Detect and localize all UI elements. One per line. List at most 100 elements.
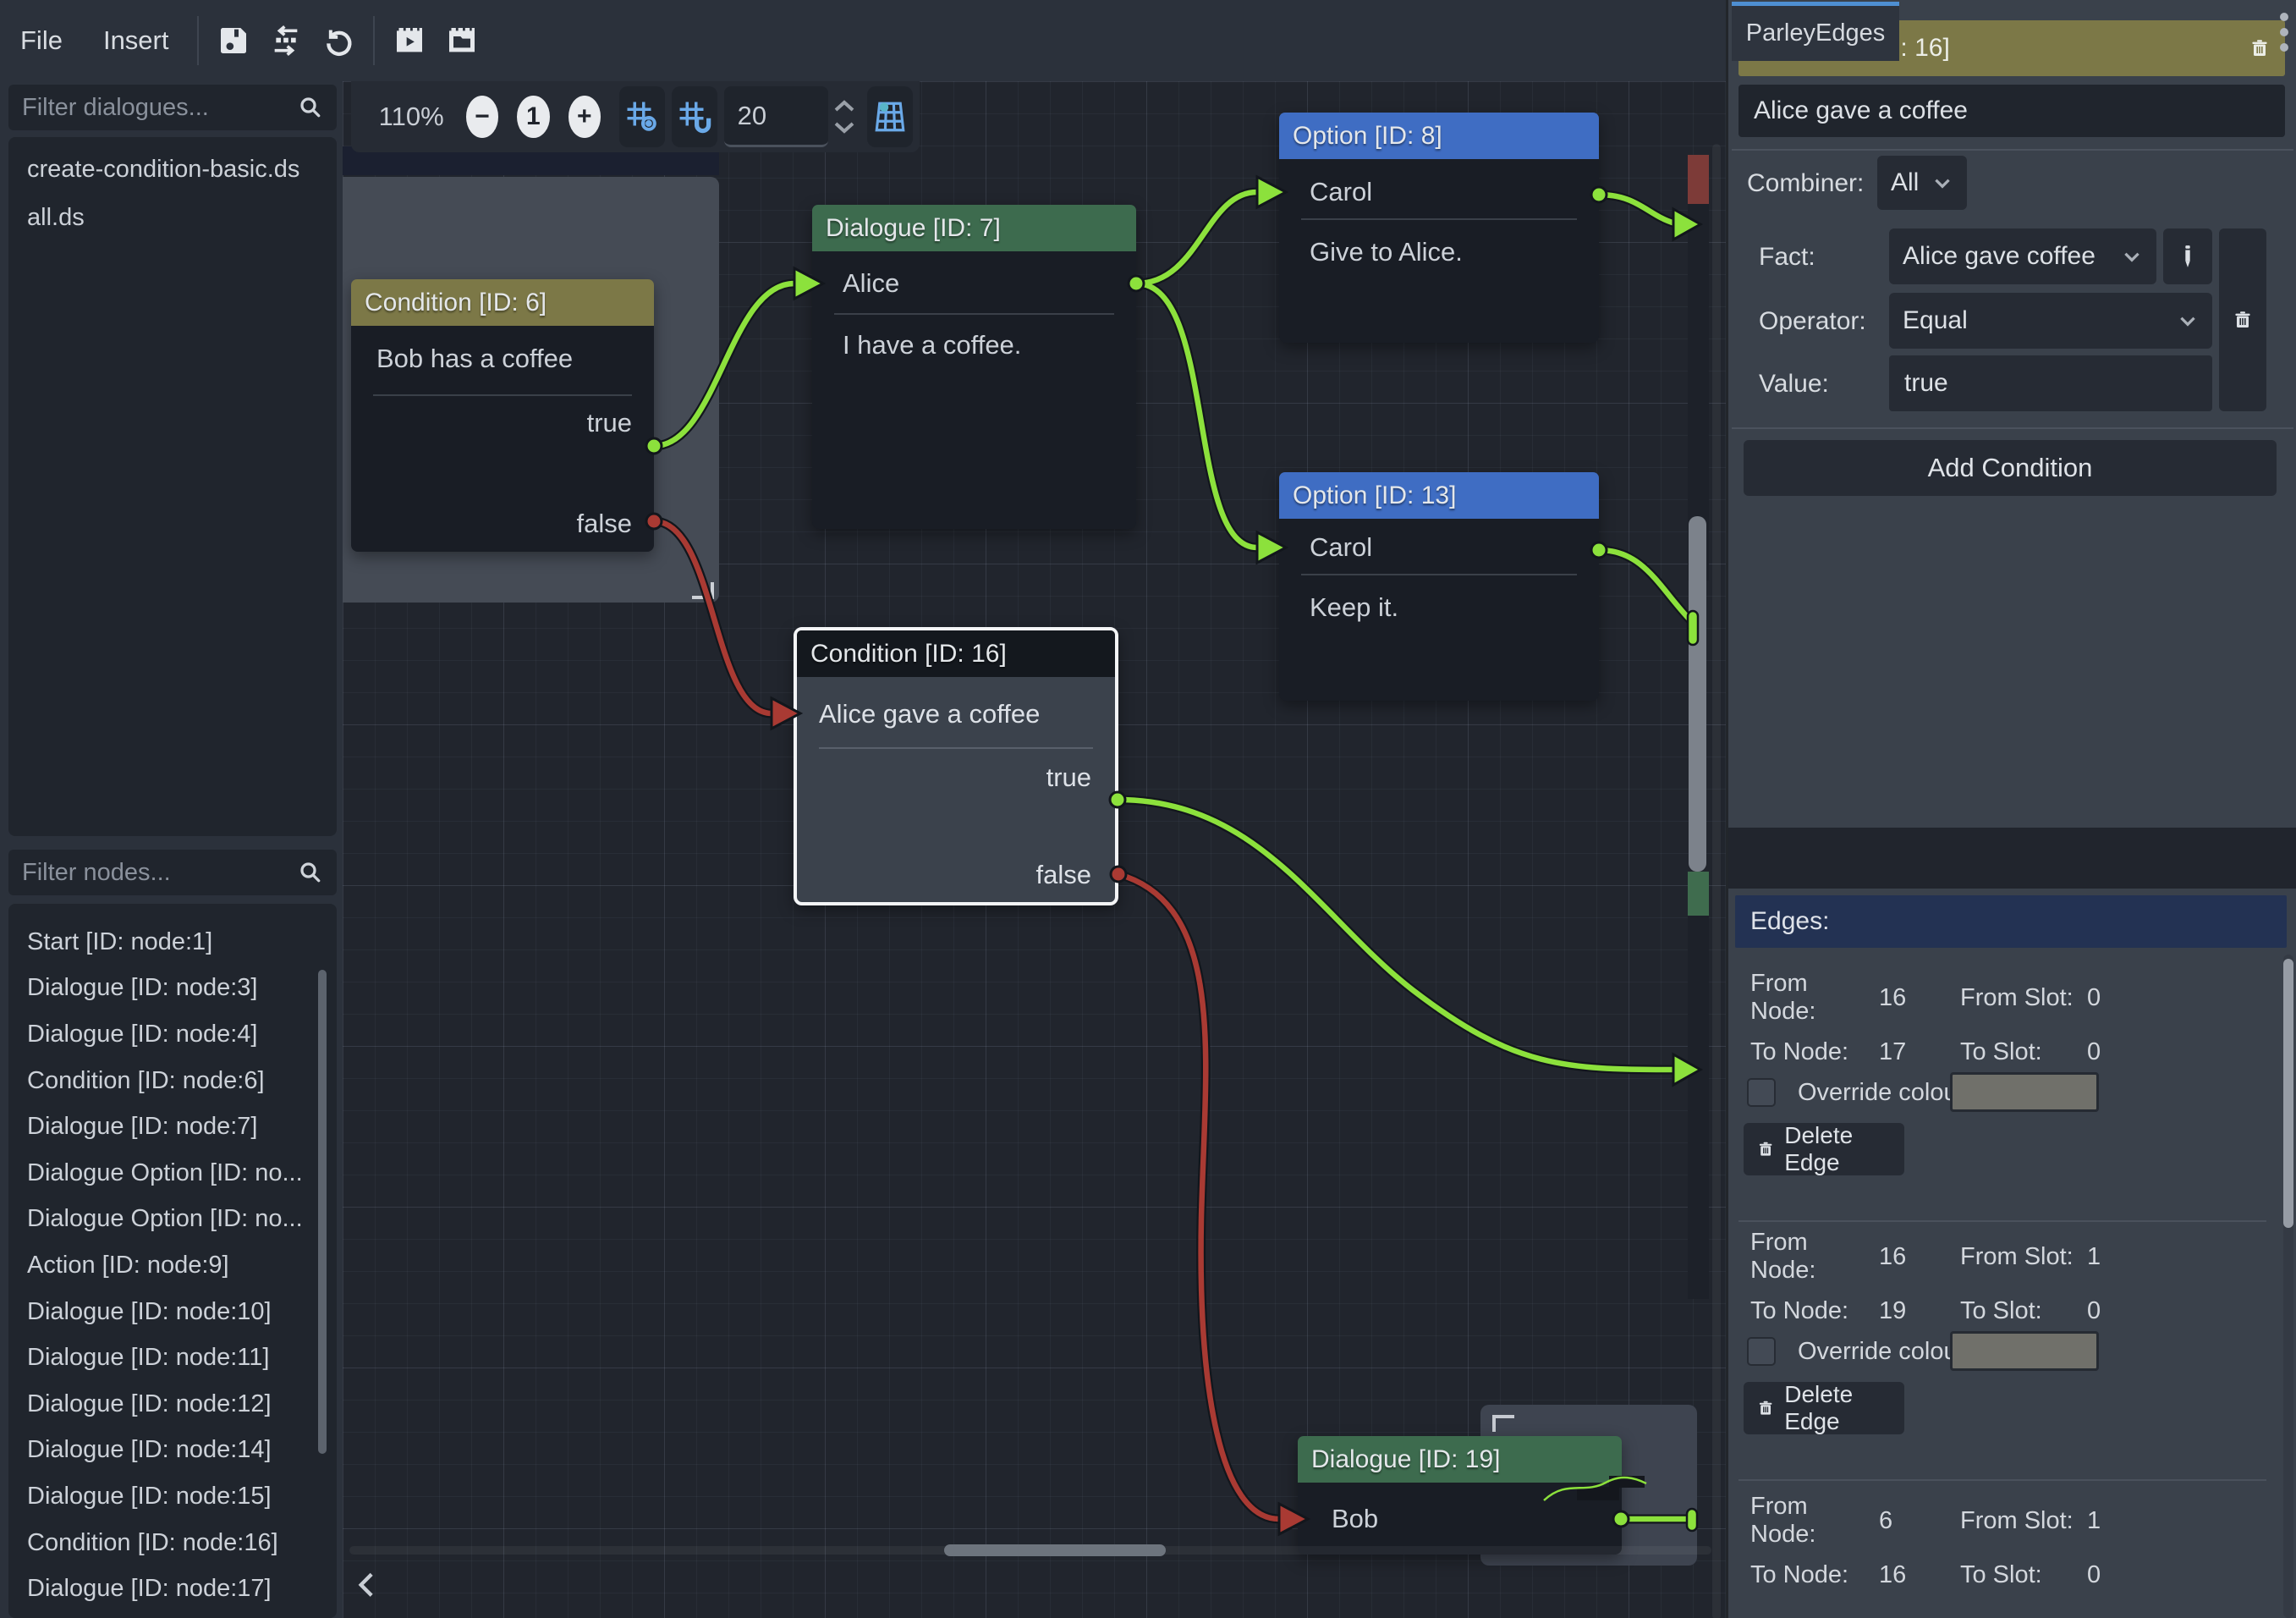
node-title-bar[interactable]: Option [ID: 13] [1279, 472, 1599, 519]
from-node-value: 16 [1879, 984, 1960, 1012]
menu-file[interactable]: File [0, 25, 83, 56]
dialogue-file-item[interactable]: all.ds [8, 194, 337, 242]
delete-edge-button[interactable]: Delete Edge [1744, 1123, 1904, 1175]
combiner-select[interactable]: All [1877, 156, 1967, 210]
node-title: Condition [ID: 6] [365, 289, 547, 317]
graph-canvas[interactable]: Condition [ID: 6] Bob has a coffee true … [343, 81, 1726, 1618]
fact-select[interactable]: Alice gave coffee [1889, 228, 2156, 284]
delete-node-icon[interactable] [2249, 36, 2270, 60]
collapse-sidebar-icon[interactable] [351, 1567, 385, 1601]
import-export-icon[interactable] [260, 14, 312, 67]
add-condition-button[interactable]: Add Condition [1744, 440, 2277, 496]
dialogue-character: Alice [843, 261, 899, 306]
zoom-reset-button[interactable]: 1 [517, 96, 549, 138]
filter-dialogues-input[interactable]: Filter dialogues... [8, 85, 337, 130]
node-list-item[interactable]: Dialogue [ID: node:10] [8, 1289, 337, 1335]
node-list-item[interactable]: Dialogue [ID: node:15] [8, 1473, 337, 1520]
tab-parleyedges[interactable]: ParleyEdges [1732, 2, 1899, 61]
edge-cond16-true-out [1118, 800, 1675, 1070]
chevron-down-icon [2177, 310, 2199, 332]
output-slot-false: false [1036, 852, 1091, 898]
graph-node-dialogue-19[interactable]: Dialogue [ID: 19] Bob [1298, 1436, 1622, 1555]
node-list-item[interactable]: Dialogue [ID: node:4] [8, 1011, 337, 1058]
operator-select[interactable]: Equal [1889, 293, 2212, 349]
filter-dialogues-placeholder: Filter dialogues... [22, 94, 298, 122]
snap-grid-button[interactable] [672, 86, 717, 147]
value-label: Value: [1759, 370, 1829, 399]
zoom-out-button[interactable]: − [466, 96, 498, 138]
edge-from-row: From Node:16 From Slot:1 [1738, 1230, 2277, 1284]
nodes-list-scrollbar[interactable] [318, 970, 327, 1454]
canvas-horizontal-scrollbar[interactable] [944, 1544, 1166, 1556]
graph-node-dialogue-7[interactable]: Dialogue [ID: 7] Alice I have a coffee. [812, 205, 1136, 529]
node-list-item[interactable]: Dialogue [ID: node:3] [8, 966, 337, 1012]
value-input[interactable]: true [1889, 355, 2212, 411]
option-text: Keep it. [1310, 585, 1398, 630]
node-list-item[interactable]: Dialogue [ID: node:12] [8, 1381, 337, 1428]
test-dialogue-icon[interactable] [383, 14, 436, 67]
node-list-item[interactable]: Condition [ID: node:16] [8, 1520, 337, 1566]
node-list-item[interactable]: Start [ID: node:1] [8, 919, 337, 966]
snap-distance-stepper[interactable] [833, 100, 855, 134]
condition-description: Alice gave a coffee [819, 691, 1040, 737]
node-list-item[interactable]: Dialogue Option [ID: no... [8, 1197, 337, 1243]
node-title-bar[interactable]: Condition [ID: 6] [351, 279, 654, 326]
graph-node-option-13[interactable]: Option [ID: 13] Carol Keep it. [1279, 472, 1599, 701]
minimap-toggle-button[interactable] [867, 86, 913, 147]
trash-icon [1757, 1397, 1774, 1419]
menu-bar: File Insert [0, 0, 1726, 81]
edit-fact-button[interactable] [2163, 228, 2212, 284]
node-list-item[interactable]: Condition [ID: node:6] [8, 1058, 337, 1104]
filter-nodes-input[interactable]: Filter nodes... [8, 850, 337, 895]
node-list-item[interactable]: Dialogue [ID: node:17] [8, 1566, 337, 1612]
node-list-item[interactable]: Dialogue [ID: node:14] [8, 1428, 337, 1474]
node-list-item[interactable]: Dialogue [ID: node:11] [8, 1335, 337, 1381]
new-dialogue-icon[interactable] [436, 14, 488, 67]
undo-icon[interactable] [312, 14, 365, 67]
delete-condition-button[interactable] [2219, 228, 2266, 411]
node-list-item[interactable]: Dialogue [ID: node:7] [8, 1103, 337, 1150]
edges-scrollbar[interactable] [2283, 959, 2293, 1228]
save-icon[interactable] [207, 14, 260, 67]
edge-from-row: From Node:16 From Slot:0 [1738, 971, 2277, 1025]
dock-menu-icon[interactable] [2274, 10, 2294, 54]
edge-from-row: From Node:6 From Slot:1 [1738, 1494, 2277, 1548]
node-divider [819, 747, 1093, 749]
snap-distance-input[interactable]: 20 [724, 86, 829, 147]
output-slot-true: true [587, 400, 632, 446]
from-slot-value: 1 [2087, 1243, 2101, 1271]
node-divider [1301, 574, 1577, 575]
graph-node-condition-6[interactable]: Condition [ID: 6] Bob has a coffee true … [351, 279, 654, 552]
edge-opt13-out [1599, 550, 1692, 622]
option-text: Give to Alice. [1310, 229, 1463, 275]
node-title-bar[interactable]: Dialogue [ID: 7] [812, 205, 1136, 251]
trash-icon [2233, 308, 2253, 332]
operator-label: Operator: [1759, 307, 1866, 336]
graph-node-option-8[interactable]: Option [ID: 8] Carol Give to Alice. [1279, 113, 1599, 343]
graph-node-condition-16-selected[interactable]: Condition [ID: 16] Alice gave a coffee t… [794, 627, 1118, 905]
override-colour-checkbox[interactable] [1747, 1078, 1776, 1107]
override-colour-swatch[interactable] [1950, 1072, 2099, 1112]
condition-description-input[interactable]: Alice gave a coffee [1738, 85, 2285, 137]
node-title-bar[interactable]: Dialogue [ID: 19] [1298, 1436, 1622, 1483]
node-list-item[interactable]: Action [ID: node:9] [8, 1242, 337, 1289]
canvas-vertical-scrollbar[interactable] [1689, 516, 1706, 872]
override-colour-checkbox[interactable] [1747, 1337, 1776, 1366]
show-grid-button[interactable] [619, 86, 665, 147]
node-title-bar[interactable]: Option [ID: 8] [1279, 113, 1599, 159]
node-list-item[interactable]: Dialogue Option [ID: no... [8, 1150, 337, 1197]
zoom-in-button[interactable]: + [569, 96, 601, 138]
delete-edge-button[interactable]: Delete Edge [1744, 1382, 1904, 1434]
from-node-value: 16 [1879, 1243, 1960, 1271]
trash-icon [1757, 1138, 1774, 1160]
dialogue-character: Bob [1332, 1496, 1378, 1542]
node-title-bar[interactable]: Condition [ID: 16] [797, 630, 1115, 677]
option-character: Carol [1310, 525, 1372, 570]
override-colour-swatch[interactable] [1950, 1331, 2099, 1371]
menu-insert[interactable]: Insert [83, 25, 190, 56]
resize-handle-icon[interactable] [692, 582, 714, 599]
dialogue-file-item[interactable]: create-condition-basic.ds [8, 146, 337, 194]
canvas-vertical-scrollbar-track[interactable] [1712, 144, 1721, 1618]
offscreen-node-sliver [1688, 916, 1709, 1299]
divider [1738, 1220, 2266, 1222]
